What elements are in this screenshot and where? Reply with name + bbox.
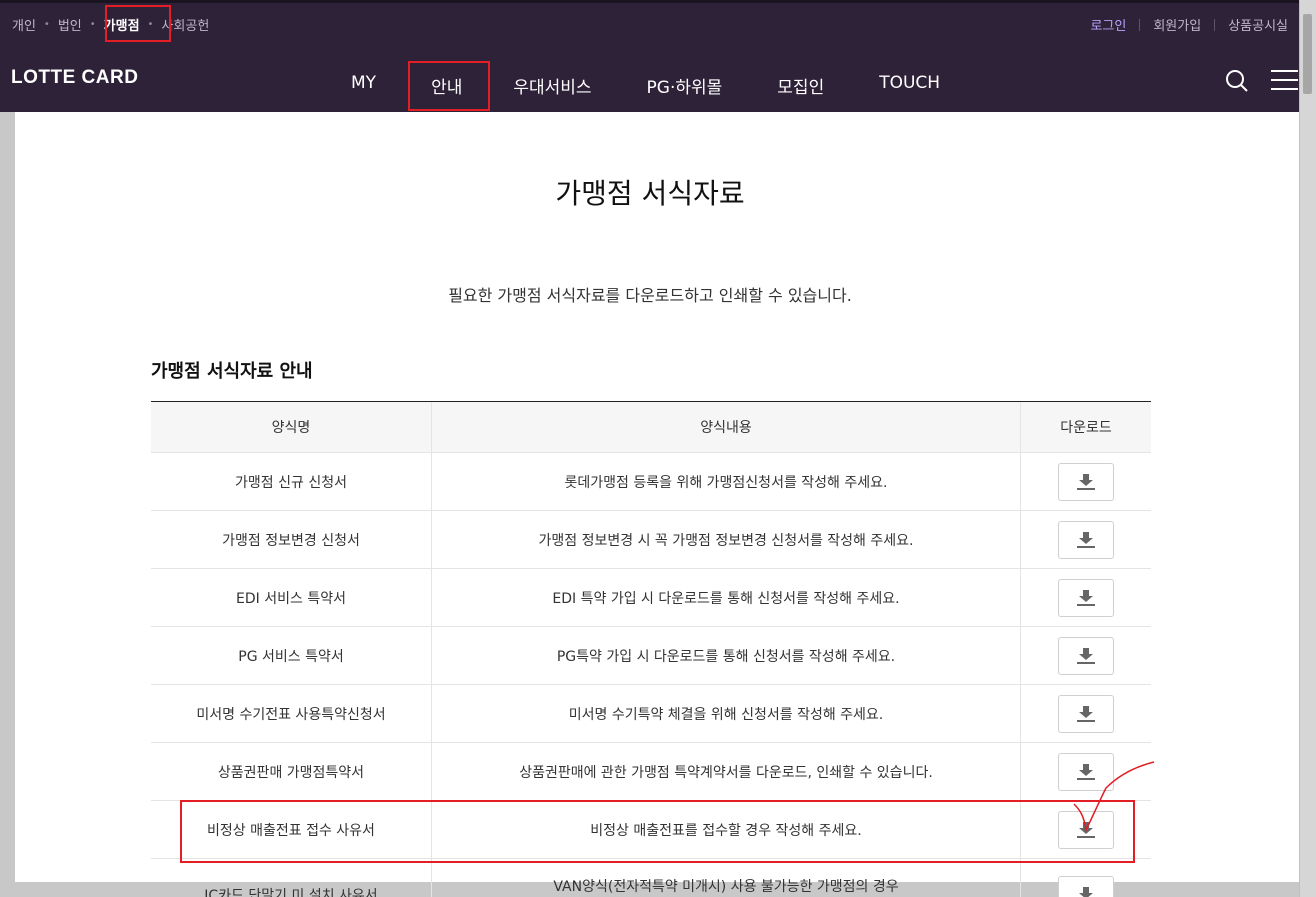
header-form-content: 양식내용: [432, 402, 1021, 452]
table-row: 가맹점 정보변경 신청서 가맹점 정보변경 시 꼭 가맹점 정보변경 신청서를 작…: [151, 511, 1151, 569]
form-content: EDI 특약 가입 시 다운로드를 통해 신청서를 작성해 주세요.: [432, 569, 1021, 626]
download-button[interactable]: [1058, 694, 1114, 733]
separator-dot: •: [89, 19, 96, 30]
form-content: 가맹점 정보변경 시 꼭 가맹점 정보변경 신청서를 작성해 주세요.: [432, 511, 1021, 568]
scrollbar-thumb[interactable]: [1303, 14, 1312, 94]
section-title: 가맹점 서식자료 안내: [151, 361, 313, 382]
form-name: IC카드 단말기 미 설치 사유서: [151, 859, 432, 897]
header-download: 다운로드: [1060, 420, 1112, 436]
download-icon: [1077, 589, 1095, 606]
page-title: 가맹점 서식자료: [555, 177, 745, 210]
forms-table: 양식명 양식내용 다운로드 가맹점 신규 신청서 롯데가맹점 등록을 위해 가맹점…: [151, 401, 1151, 859]
lotte-card-logo[interactable]: LOTTE CARD: [11, 67, 138, 89]
table-row: 상품권판매 가맹점특약서 상품권판매에 관한 가맹점 특약계약서를 다운로드, 인…: [151, 743, 1151, 801]
table-row-partial: IC카드 단말기 미 설치 사유서 VAN양식(전자적특약 미개시) 사용 불가…: [151, 859, 1151, 897]
form-name: EDI 서비스 특약서: [151, 569, 432, 626]
nav-personal[interactable]: 개인: [12, 15, 36, 34]
gnb-pg-submall[interactable]: PG·하위몰: [647, 73, 723, 98]
download-icon: [1077, 531, 1095, 548]
gnb-benefits[interactable]: 우대서비스: [513, 73, 591, 98]
download-button[interactable]: [1058, 578, 1114, 617]
download-button[interactable]: [1058, 462, 1114, 501]
table-row: EDI 서비스 특약서 EDI 특약 가입 시 다운로드를 통해 신청서를 작성해…: [151, 569, 1151, 627]
form-content: 미서명 수기특약 체결을 위해 신청서를 작성해 주세요.: [432, 685, 1021, 742]
form-name: 가맹점 정보변경 신청서: [151, 511, 432, 568]
form-name: 미서명 수기전표 사용특약신청서: [151, 685, 432, 742]
download-button[interactable]: [1058, 520, 1114, 559]
highlight-merchant-tab: [105, 5, 171, 42]
site-header: 개인 • 법인 • 가맹점 • 사회공헌 로그인 회원가입 상품공시실 LOTT…: [0, 3, 1300, 112]
download-button[interactable]: [1058, 876, 1114, 897]
download-icon: [1077, 705, 1095, 722]
separator-dot: •: [43, 19, 50, 30]
utility-links: 로그인 회원가입 상품공시실: [1090, 15, 1288, 34]
product-disclosure-link[interactable]: 상품공시실: [1228, 15, 1288, 34]
window-scrollbar[interactable]: [1299, 0, 1316, 897]
download-icon: [1079, 887, 1093, 897]
table-row: PG 서비스 특약서 PG특약 가입 시 다운로드를 통해 신청서를 작성해 주세…: [151, 627, 1151, 685]
gnb-touch[interactable]: TOUCH: [879, 73, 940, 98]
form-name: 상품권판매 가맹점특약서: [151, 743, 432, 800]
divider: [1139, 18, 1141, 31]
download-icon: [1077, 647, 1095, 664]
form-name: PG 서비스 특약서: [151, 627, 432, 684]
table-header-row: 양식명 양식내용 다운로드: [151, 402, 1151, 453]
gnb-my[interactable]: MY: [351, 73, 376, 98]
pen-annotation-mark: [1073, 761, 1155, 833]
gnb-recruiter[interactable]: 모집인: [777, 73, 824, 98]
table-row: 미서명 수기전표 사용특약신청서 미서명 수기특약 체결을 위해 신청서를 작성해…: [151, 685, 1151, 743]
nav-corporate[interactable]: 법인: [58, 15, 82, 34]
form-content: 상품권판매에 관한 가맹점 특약계약서를 다운로드, 인쇄할 수 있습니다.: [432, 743, 1021, 800]
download-button[interactable]: [1058, 636, 1114, 675]
highlight-guide-menu: [408, 61, 490, 111]
form-content: VAN양식(전자적특약 미개시) 사용 불가능한 가맹점의 경우: [432, 859, 1021, 897]
form-content: PG특약 가입 시 다운로드를 통해 신청서를 작성해 주세요.: [432, 627, 1021, 684]
divider: [1214, 18, 1216, 31]
signup-link[interactable]: 회원가입: [1153, 15, 1201, 34]
login-link[interactable]: 로그인: [1090, 15, 1126, 34]
search-icon[interactable]: [1225, 69, 1249, 93]
form-content: 롯데가맹점 등록을 위해 가맹점신청서를 작성해 주세요.: [432, 453, 1021, 510]
header-form-name: 양식명: [151, 402, 432, 452]
hamburger-menu-icon[interactable]: [1271, 69, 1298, 91]
table-row: 가맹점 신규 신청서 롯데가맹점 등록을 위해 가맹점신청서를 작성해 주세요.: [151, 453, 1151, 511]
page-description: 필요한 가맹점 서식자료를 다운로드하고 인쇄할 수 있습니다.: [448, 286, 852, 305]
download-icon: [1077, 473, 1095, 490]
highlight-row-box: [180, 800, 1135, 863]
form-name: 가맹점 신규 신청서: [151, 453, 432, 510]
